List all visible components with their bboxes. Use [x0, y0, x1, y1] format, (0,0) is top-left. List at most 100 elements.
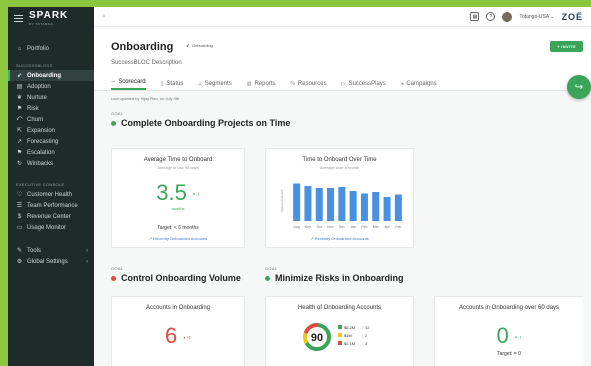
help-icon[interactable]: ?: [486, 12, 496, 21]
goal-title: Complete Onboarding Projects on Time: [111, 118, 591, 128]
health-legend-row: $2.1M | 4: [338, 339, 370, 347]
account-selector[interactable]: Totango-USA ⌄: [519, 14, 554, 20]
chart-bar[interactable]: [338, 187, 346, 221]
tab-segments[interactable]: ⟂ Segments: [198, 77, 231, 90]
sidebar-item-risk[interactable]: ⚑ Risk: [8, 103, 94, 114]
rocket-icon: ➶: [16, 73, 23, 79]
goal-title-text: Complete Onboarding Projects on Time: [121, 118, 291, 128]
invite-label: INVITE: [561, 44, 576, 49]
search-input[interactable]: [111, 13, 262, 20]
chart-bar[interactable]: [383, 197, 391, 221]
legend-count: 4: [365, 340, 368, 346]
tab-campaigns-icon: ◂: [400, 81, 404, 87]
tab-label: Segments: [204, 81, 232, 87]
tab-campaigns[interactable]: ◂ Campaigns: [401, 77, 437, 90]
share-fab-button[interactable]: ↪: [567, 75, 591, 99]
card-title: Health of Onboarding Accounts: [297, 305, 382, 311]
link-icon: ↗: [148, 236, 153, 241]
goal-1: GOAL Complete Onboarding Projects on Tim…: [111, 111, 591, 128]
value-text: 3.5: [156, 180, 187, 205]
tab-label: Reports: [254, 81, 276, 87]
scorecard-content: Last updated by Vijay Rao, on July 4th G…: [94, 91, 591, 366]
chart-tick-label: Dec: [339, 225, 345, 229]
chart-ylabel: Days to Onboard: [280, 189, 284, 212]
goal-title-text: Minimize Risks in Onboarding: [275, 273, 404, 283]
sidebar-item-tools[interactable]: ✎ Tools ›: [8, 245, 94, 256]
chart-bar[interactable]: [372, 192, 380, 221]
sidebar-item-label: Customer Health: [27, 191, 73, 198]
sidebar-item-label: Escalation: [27, 149, 55, 156]
target-text: Target: = 0: [497, 351, 521, 357]
chart-bar[interactable]: [360, 193, 368, 222]
chart-bar[interactable]: [327, 188, 335, 221]
logo: SPARK: [29, 9, 69, 21]
legend-value: $2.1M: [344, 340, 356, 346]
churn-icon: ⤺: [16, 116, 23, 122]
sidebar-section-executive: EXECUTIVE CONSOLE: [16, 181, 65, 187]
legend-separator: |: [362, 332, 364, 338]
recent-accounts-link[interactable]: ↗ Recently Onboarded Accounts: [266, 236, 413, 241]
sidebar-item-team-performance[interactable]: ☰ Team Performance: [8, 200, 94, 211]
sidebar-item-churn[interactable]: ⤺ Churn: [8, 114, 94, 125]
goal-2: GOAL Control Onboarding Volume: [111, 266, 241, 283]
goal-3: GOAL Minimize Risks in Onboarding: [265, 266, 404, 283]
legend-value: $6.2M: [344, 324, 356, 330]
avatar[interactable]: [502, 11, 513, 22]
sidebar-item-expansion[interactable]: ⇱ Expansion: [8, 125, 94, 136]
sidebar-item-escalation[interactable]: ⚑ Escalation: [8, 147, 94, 158]
sidebar-item-label: Onboarding: [27, 72, 61, 79]
legend-swatch: [338, 333, 342, 337]
sidebar-item-label: Adoption: [27, 83, 51, 90]
sidebar-item-winbacks[interactable]: ↻ Winbacks: [8, 158, 94, 169]
accounts-onboarding-card: Accounts in Onboarding 6 ▴ +1: [111, 296, 245, 366]
tab-reports[interactable]: ▥ Reports: [247, 77, 276, 90]
sidebar-item-customer-health[interactable]: ♡ Customer Health: [8, 189, 94, 200]
value-text: 0: [496, 323, 509, 348]
sidebar-item-portfolio[interactable]: ⌂ Portfolio: [8, 43, 94, 54]
sidebar-header: SPARK BY TOTANGO: [8, 7, 94, 29]
chart-bar[interactable]: [394, 194, 402, 222]
zoe-brand[interactable]: ZOË: [561, 12, 583, 22]
goal-status-dot: [111, 275, 116, 281]
recent-accounts-link[interactable]: ↗ Recently Onboarded Accounts: [112, 236, 244, 241]
chart-icon: ▤: [16, 84, 23, 90]
goal-title-text: Control Onboarding Volume: [121, 273, 241, 283]
chart-tick-label: Oct: [317, 225, 322, 229]
chart-bar[interactable]: [293, 183, 301, 222]
page-subtitle: SuccessBLOC Description: [111, 60, 182, 66]
sidebar-item-adoption[interactable]: ▤ Adoption: [8, 81, 94, 92]
tab-label: Status: [166, 81, 184, 87]
chart-bar[interactable]: [315, 188, 323, 221]
chart-bar[interactable]: [304, 186, 312, 221]
bar-chart: Days to Onboard Aug Sep Oct Nov Dec Jan Feb Mar A…: [280, 183, 402, 229]
value-delta: ▾ -1: [193, 191, 200, 197]
tab-successplays[interactable]: ▷ SuccessPlays: [342, 77, 386, 90]
heart-icon: ♡: [16, 192, 23, 198]
main-area: ⌕ ▦ ? Totango-USA ⌄ ZOË Onboarding ➶ Onb…: [94, 7, 591, 366]
sidebar-item-revenue-center[interactable]: $ Revenue Center: [8, 211, 94, 222]
value-text: 6: [164, 323, 178, 348]
tab-status[interactable]: ▯ Status: [161, 77, 184, 90]
sidebar: SPARK BY TOTANGO ⌂ Portfolio SUCCESSBLOC…: [8, 7, 94, 366]
sidebar-item-onboarding[interactable]: ➶ Onboarding: [8, 70, 94, 81]
search-icon[interactable]: ⌕: [102, 13, 106, 21]
gear-icon: ⚙: [16, 259, 23, 265]
app-window: SPARK BY TOTANGO ⌂ Portfolio SUCCESSBLOC…: [8, 7, 591, 366]
escalation-icon: ⚑: [16, 150, 23, 156]
sidebar-item-global-settings[interactable]: ⚙ Global Settings ›: [8, 256, 94, 267]
tab-resources[interactable]: % Resources: [290, 77, 326, 90]
calendar-icon[interactable]: ▦: [470, 12, 480, 21]
legend-swatch: [338, 341, 342, 345]
last-updated: Last updated by Vijay Rao, on July 4th: [111, 96, 180, 101]
tab-scorecard[interactable]: ⊸ Scorecard: [111, 77, 146, 90]
health-legend-row: $1M | 2: [338, 331, 370, 339]
sidebar-item-forecasting[interactable]: ↗ Forecasting: [8, 136, 94, 147]
value-delta: ▴ +1: [183, 334, 192, 340]
menu-icon[interactable]: [14, 14, 23, 22]
value-delta: ▾ -1: [514, 334, 522, 340]
chart-bar[interactable]: [349, 191, 357, 221]
invite-button[interactable]: + INVITE: [550, 41, 583, 52]
sidebar-item-nurture[interactable]: ❦ Nurture: [8, 92, 94, 103]
sidebar-item-usage-monitor[interactable]: ▭ Usage Monitor: [8, 222, 94, 233]
health-card: Health of Onboarding Accounts 90 $6.2M | 1…: [265, 296, 414, 366]
